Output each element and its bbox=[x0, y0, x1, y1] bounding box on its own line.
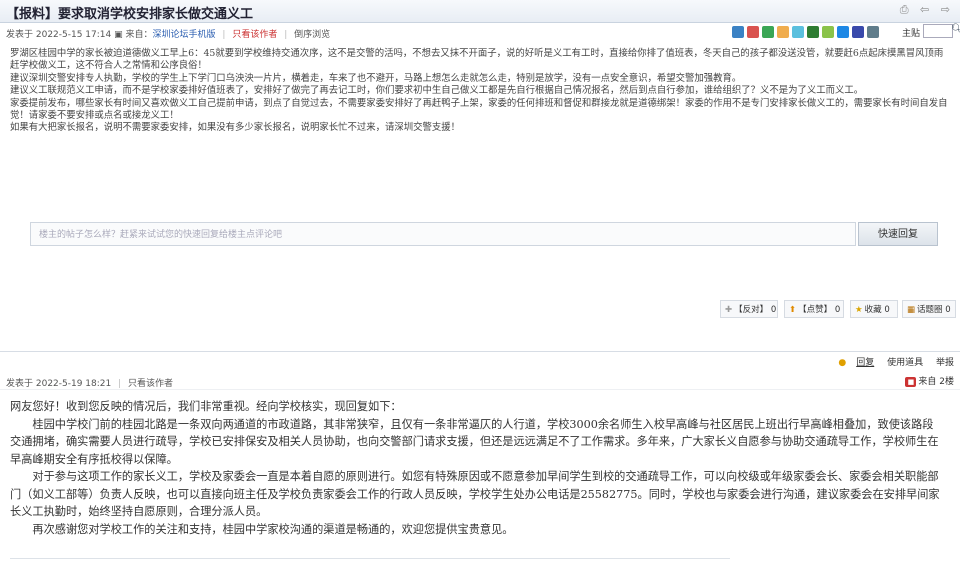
thumb-up-icon: ⬆ bbox=[789, 305, 797, 315]
user-icon[interactable] bbox=[777, 26, 789, 38]
floor-label[interactable]: 2楼 bbox=[939, 377, 954, 387]
star-icon[interactable] bbox=[852, 26, 864, 38]
post1-paragraph: 建议义工联规范义工申请，而不是学校家委排好值班表了，安排好了做完了再去记工时，你… bbox=[10, 85, 864, 97]
thread-title-bar: 【报料】要求取消学校安排家长做交通义工 ⎙ ⇦ ⇨ bbox=[0, 0, 960, 23]
post2-only-author-link[interactable]: 只看该作者 bbox=[128, 379, 173, 389]
share-toolbar bbox=[732, 25, 879, 39]
thumb-down-icon: ✚ bbox=[725, 305, 733, 315]
author-filter-input[interactable] bbox=[923, 24, 953, 38]
camera-icon[interactable] bbox=[762, 26, 774, 38]
post1-from-label: 来自： bbox=[125, 30, 153, 40]
support-button[interactable]: ⬆ 【点赞】 0 bbox=[784, 300, 844, 318]
post2-body: 网友您好！收到您反映的情况后，我们非常重视。经向学校核实，现回复如下： 桂园中学… bbox=[10, 398, 940, 538]
post1-paragraph: 建议深圳交警安排专人执勤，学校的学生上下学门口乌泱泱一片片，横着走，车来了也不避… bbox=[10, 72, 742, 84]
meta-divider bbox=[0, 389, 960, 390]
post1-from-client[interactable]: 深圳论坛手机版 bbox=[153, 30, 216, 40]
quick-reply-button[interactable]: 快速回复 bbox=[858, 222, 938, 246]
forum-thread-page: 【报料】要求取消学校安排家长做交通义工 ⎙ ⇦ ⇨ 发表于 2022-5-15 … bbox=[0, 0, 960, 566]
post2-paragraph: 网友您好！收到您反映的情况后，我们非常重视。经向学校核实，现回复如下： bbox=[10, 400, 402, 413]
post-actions: ✚ 【反对】 0 ⬆ 【点赞】 0 ★ 收藏 0 ▦ 话题圈 0 bbox=[0, 300, 960, 320]
share-icon[interactable] bbox=[747, 26, 759, 38]
post1-meta: 发表于 2022-5-15 17:14 ▣ 来自：深圳论坛手机版 | 只看该作者… bbox=[6, 30, 331, 40]
quick-reply-input[interactable]: 楼主的帖子怎么样？赶紧来试试您的快速回复给楼主点评论吧 bbox=[30, 222, 856, 246]
post1-body: 罗湖区桂园中学的家长被迫道德做义工早上6：45就要到学校维持交通次序，这不是交警… bbox=[10, 48, 952, 135]
star-icon: ★ bbox=[855, 305, 863, 315]
reply-icon: ● bbox=[838, 358, 847, 368]
circle-icon: ▦ bbox=[907, 305, 916, 315]
oppose-button[interactable]: ✚ 【反对】 0 bbox=[720, 300, 778, 318]
grid-icon[interactable] bbox=[792, 26, 804, 38]
use-tool-link[interactable]: 使用道具 bbox=[887, 358, 923, 368]
post1-paragraph: 如果有大把家长报名，说明不需要家委安排，如果没有多少家长报名，说明家长忙不过来，… bbox=[10, 122, 461, 134]
thread-title: 【报料】要求取消学校安排家长做交通义工 bbox=[6, 7, 254, 22]
floor-divider bbox=[0, 351, 960, 352]
reverse-order-link[interactable]: 倒序浏览 bbox=[294, 30, 330, 40]
search-icon[interactable]: 🔍︎ bbox=[951, 24, 960, 35]
post1-paragraph: 罗湖区桂园中学的家长被迫道德做义工早上6：45就要到学校维持交通次序，这不是交警… bbox=[10, 48, 944, 72]
topic-circle-button[interactable]: ▦ 话题圈 0 bbox=[902, 300, 956, 318]
floor-tools: ● 回复 使用道具 举报 bbox=[828, 355, 954, 368]
post2-paragraph: 再次感谢您对学校工作的关注和支持，桂园中学家校沟通的渠道是畅通的，欢迎您提供宝贵… bbox=[10, 522, 514, 536]
post2-time: 发表于 2022-5-19 18:21 bbox=[6, 379, 112, 389]
plus-icon[interactable] bbox=[732, 26, 744, 38]
mobile-icon: ▣ bbox=[114, 30, 123, 40]
post1-time: 发表于 2022-5-15 17:14 bbox=[6, 30, 112, 40]
reply-link[interactable]: 回复 bbox=[856, 358, 874, 368]
only-author-link[interactable]: 只看该作者 bbox=[232, 30, 277, 40]
image-icon[interactable] bbox=[807, 26, 819, 38]
bookmark-icon[interactable] bbox=[822, 26, 834, 38]
bottom-divider bbox=[10, 558, 730, 559]
title-nav-icons[interactable]: ⎙ ⇦ ⇨ bbox=[900, 3, 954, 17]
post2-paragraph: 桂园中学校门前的桂园北路是一条双向两通道的市政道路，其非常狭窄，且仅有一条非常逼… bbox=[10, 417, 939, 466]
favorite-button[interactable]: ★ 收藏 0 bbox=[850, 300, 898, 318]
author-filter-label: 主贴 bbox=[902, 29, 921, 39]
post2-meta: 发表于 2022-5-19 18:21 | 只看该作者 bbox=[6, 379, 174, 389]
post2-paragraph: 对于参与这项工作的家长义工，学校及家委会一直是本着自愿的原则进行。如您有特殊原因… bbox=[10, 470, 940, 518]
report-link[interactable]: 举报 bbox=[936, 358, 954, 368]
floor-number: ■ 来自 2楼 bbox=[905, 374, 954, 387]
source-icon: ■ bbox=[905, 377, 917, 387]
person-icon[interactable] bbox=[867, 26, 879, 38]
post1-paragraph: 家委提前发布，哪些家长有时间又喜欢做义工自己提前申请，到点了自觉过去，不需要家委… bbox=[10, 97, 948, 122]
heart-icon[interactable] bbox=[837, 26, 849, 38]
